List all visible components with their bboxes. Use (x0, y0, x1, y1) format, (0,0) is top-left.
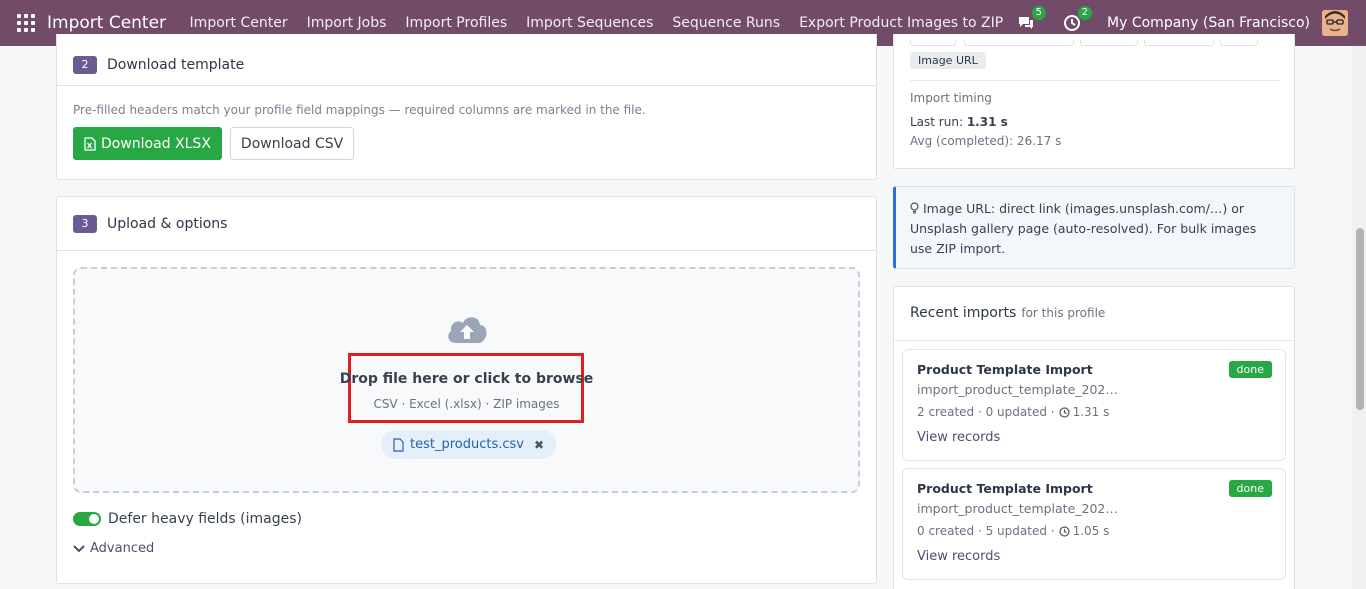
import-name: Product Template Import (917, 481, 1093, 496)
activities-count-badge: 2 (1077, 6, 1093, 20)
image-url-tip: Image URL: direct link (images.unsplash.… (893, 186, 1295, 269)
import-name: Product Template Import (917, 362, 1093, 377)
clock-icon (1058, 406, 1070, 418)
activities-button[interactable]: 2 (1061, 6, 1093, 34)
drop-target-highlight (348, 353, 584, 423)
step-number-badge: 2 (73, 55, 97, 74)
apps-grid-icon[interactable] (17, 14, 35, 32)
chat-icon (1019, 17, 1034, 29)
menu-import-jobs[interactable]: Import Jobs (307, 15, 387, 31)
avatar-face-icon (1322, 10, 1348, 36)
view-records-link[interactable]: View records (917, 549, 1000, 564)
upload-options-card: 3 Upload & options Drop file here or cli… (56, 196, 877, 584)
upload-card-header: 3 Upload & options (57, 197, 876, 251)
messages-count-badge: 5 (1031, 6, 1047, 20)
tip-text: Image URL: direct link (images.unsplash.… (910, 201, 1257, 256)
user-avatar[interactable] (1322, 10, 1348, 36)
drop-title: Drop file here or click to browse (339, 371, 594, 387)
last-run-label: Last run: (910, 115, 963, 129)
import-stats: 2 created · 0 updated · 1.31 s (917, 405, 1110, 419)
import-file-name: import_product_template_202… (917, 501, 1118, 516)
profile-info-card: Image URL Import timing Last run: 1.31 s… (893, 34, 1295, 169)
download-card-title: Download template (107, 56, 245, 73)
selected-file-name: test_products.csv (410, 437, 524, 452)
status-badge: done (1228, 480, 1272, 497)
import-file-name: import_product_template_202… (917, 382, 1118, 397)
last-run-line: Last run: 1.31 s (910, 115, 1008, 129)
download-xlsx-label: Download XLSX (101, 135, 211, 152)
menu-import-center[interactable]: Import Center (190, 15, 288, 31)
avg-timing-text: Avg (completed): 26.17 s (910, 134, 1062, 148)
file-icon (393, 437, 404, 452)
step-number-badge: 3 (73, 214, 97, 233)
field-tag-image-url: Image URL (910, 52, 986, 69)
last-run-value: 1.31 s (966, 115, 1008, 129)
chevron-down-icon (73, 544, 85, 552)
company-switcher[interactable]: My Company (San Francisco) (1107, 15, 1310, 31)
page-scrollbar[interactable] (1352, 46, 1366, 589)
recent-imports-card: Recent imports for this profile Product … (893, 286, 1295, 589)
download-csv-button[interactable]: Download CSV (229, 127, 355, 160)
view-records-link[interactable]: View records (917, 430, 1000, 445)
import-stats: 0 created · 5 updated · 1.05 s (917, 524, 1110, 538)
download-template-card: 2 Download template Pre-filled headers m… (56, 34, 877, 180)
recent-import-item: Product Template Import done import_prod… (902, 468, 1286, 580)
cloud-upload-icon (448, 317, 487, 343)
template-hint-text: Pre-filled headers match your profile fi… (73, 103, 646, 117)
lightbulb-icon (910, 202, 919, 214)
defer-toggle[interactable] (73, 512, 101, 526)
upload-card-title: Upload & options (107, 215, 228, 232)
remove-file-icon[interactable]: ✖ (534, 438, 544, 452)
drop-formats: CSV · Excel (.xlsx) · ZIP images (373, 397, 560, 411)
messages-button[interactable]: 5 (1015, 6, 1047, 34)
recent-imports-title: Recent imports (910, 305, 1017, 321)
download-card-header: 2 Download template (57, 34, 876, 86)
file-dropzone[interactable]: Drop file here or click to browse CSV · … (73, 267, 860, 493)
scrollbar-thumb[interactable] (1356, 228, 1364, 410)
advanced-toggle[interactable]: Advanced (73, 541, 154, 556)
field-tags-row (910, 34, 1280, 48)
app-brand[interactable]: Import Center (47, 13, 166, 33)
menu-sequence-runs[interactable]: Sequence Runs (672, 15, 780, 31)
defer-heavy-fields-row[interactable]: Defer heavy fields (images) (73, 511, 302, 527)
menu-export-images-zip[interactable]: Export Product Images to ZIP (799, 15, 1003, 31)
import-timing-title: Import timing (910, 91, 992, 105)
selected-file-chip: test_products.csv ✖ (381, 430, 557, 459)
download-xlsx-button[interactable]: Download XLSX (73, 127, 222, 160)
advanced-label: Advanced (90, 541, 155, 556)
excel-file-icon (84, 136, 96, 151)
download-csv-label: Download CSV (240, 135, 344, 152)
status-badge: done (1228, 361, 1272, 378)
recent-imports-subtitle: for this profile (1021, 306, 1106, 320)
menu-import-sequences[interactable]: Import Sequences (526, 15, 653, 31)
clock-icon (1058, 525, 1070, 537)
menu-import-profiles[interactable]: Import Profiles (405, 15, 507, 31)
recent-import-item: Product Template Import done import_prod… (902, 349, 1286, 461)
defer-toggle-label: Defer heavy fields (images) (108, 511, 303, 527)
